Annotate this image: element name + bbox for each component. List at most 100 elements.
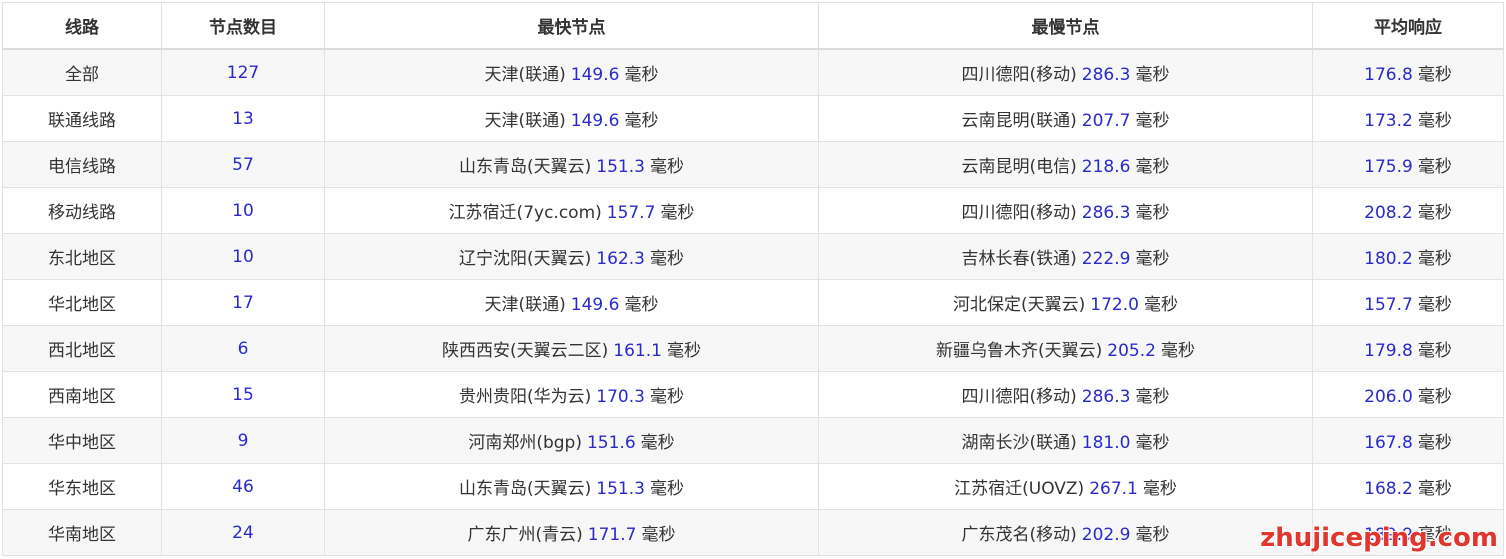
- latency-unit: 毫秒: [1143, 295, 1178, 315]
- slowest-node-name: 四川德阳(移动): [961, 203, 1077, 223]
- fastest-node-latency: 161.1: [613, 341, 662, 361]
- table-row: 东北地区 10 辽宁沈阳(天翼云) 162.3 毫秒 吉林长春(铁通) 222.9 毫秒 180…: [2, 233, 1504, 280]
- fastest-node-latency: 149.6: [570, 295, 620, 315]
- latency-unit: 毫秒: [1135, 249, 1170, 269]
- cell-average-response: 208.2 毫秒: [1312, 187, 1504, 234]
- fastest-node-latency: 171.7: [587, 525, 637, 545]
- header-average-response: 平均响应: [1312, 2, 1504, 50]
- latency-unit: 毫秒: [1417, 341, 1452, 361]
- cell-average-response: 176.8 毫秒: [1312, 48, 1504, 96]
- average-latency: 179.8: [1364, 341, 1413, 361]
- average-latency: 167.8: [1364, 433, 1413, 453]
- slowest-node-name: 河北保定(天翼云): [953, 295, 1086, 315]
- fastest-node-latency: 170.3: [596, 387, 645, 407]
- cell-slowest-node: 四川德阳(移动) 286.3 毫秒: [818, 371, 1313, 418]
- latency-unit: 毫秒: [649, 249, 684, 269]
- header-slowest-node: 最慢节点: [818, 2, 1313, 50]
- latency-unit: 毫秒: [624, 111, 659, 131]
- slowest-node-latency: 267.1: [1089, 479, 1138, 499]
- watermark: zhujiceping.com: [1260, 523, 1498, 553]
- cell-slowest-node: 吉林长春(铁通) 222.9 毫秒: [818, 233, 1313, 280]
- latency-unit: 毫秒: [640, 433, 675, 453]
- average-latency: 206.0: [1364, 387, 1413, 407]
- cell-slowest-node: 河北保定(天翼云) 172.0 毫秒: [818, 279, 1313, 326]
- cell-fastest-node: 江苏宿迁(7yc.com) 157.7 毫秒: [324, 187, 819, 234]
- cell-slowest-node: 四川德阳(移动) 286.3 毫秒: [818, 48, 1313, 96]
- slowest-node-name: 云南昆明(联通): [961, 111, 1077, 131]
- cell-slowest-node: 江苏宿迁(UOVZ) 267.1 毫秒: [818, 463, 1313, 510]
- cell-node-count: 57: [161, 141, 325, 188]
- fastest-node-name: 贵州贵阳(华为云): [459, 387, 592, 407]
- average-latency: 208.2: [1364, 203, 1413, 223]
- cell-node-count: 9: [161, 417, 325, 464]
- cell-line: 华南地区: [2, 509, 162, 556]
- cell-slowest-node: 新疆乌鲁木齐(天翼云) 205.2 毫秒: [818, 325, 1313, 372]
- cell-average-response: 175.9 毫秒: [1312, 141, 1504, 188]
- slowest-node-latency: 286.3: [1081, 65, 1131, 85]
- cell-line: 西北地区: [2, 325, 162, 372]
- cell-average-response: 173.2 毫秒: [1312, 95, 1504, 142]
- latency-unit: 毫秒: [1135, 157, 1170, 177]
- latency-unit: 毫秒: [1417, 249, 1452, 269]
- fastest-node-name: 山东青岛(天翼云): [459, 157, 592, 177]
- fastest-node-latency: 149.6: [570, 65, 620, 85]
- cell-fastest-node: 山东青岛(天翼云) 151.3 毫秒: [324, 141, 819, 188]
- latency-unit: 毫秒: [649, 479, 684, 499]
- cell-average-response: 167.8 毫秒: [1312, 417, 1504, 464]
- cell-slowest-node: 云南昆明(联通) 207.7 毫秒: [818, 95, 1313, 142]
- cell-node-count: 17: [161, 279, 325, 326]
- cell-fastest-node: 天津(联通) 149.6 毫秒: [324, 279, 819, 326]
- average-latency: 168.2: [1364, 479, 1413, 499]
- cell-node-count: 13: [161, 95, 325, 142]
- cell-line: 西南地区: [2, 371, 162, 418]
- slowest-node-name: 江苏宿迁(UOVZ): [954, 479, 1085, 499]
- slowest-node-latency: 218.6: [1081, 157, 1131, 177]
- cell-node-count: 10: [161, 233, 325, 280]
- fastest-node-latency: 151.3: [596, 479, 645, 499]
- ping-results-table: 线路 节点数目 最快节点 最慢节点 平均响应 全部 127 天津(联通) 149.6 毫…: [2, 2, 1504, 556]
- cell-average-response: 206.0 毫秒: [1312, 371, 1504, 418]
- table-header-row: 线路 节点数目 最快节点 最慢节点 平均响应: [2, 2, 1504, 50]
- table-row: 联通线路 13 天津(联通) 149.6 毫秒 云南昆明(联通) 207.7 毫秒 173.2 毫…: [2, 95, 1504, 142]
- cell-line: 电信线路: [2, 141, 162, 188]
- slowest-node-latency: 286.3: [1081, 203, 1131, 223]
- table-row: 华东地区 46 山东青岛(天翼云) 151.3 毫秒 江苏宿迁(UOVZ) 267.1 毫秒 1…: [2, 463, 1504, 510]
- cell-fastest-node: 辽宁沈阳(天翼云) 162.3 毫秒: [324, 233, 819, 280]
- latency-unit: 毫秒: [1135, 387, 1170, 407]
- fastest-node-name: 辽宁沈阳(天翼云): [459, 249, 592, 269]
- slowest-node-latency: 172.0: [1090, 295, 1139, 315]
- cell-fastest-node: 陕西西安(天翼云二区) 161.1 毫秒: [324, 325, 819, 372]
- fastest-node-name: 天津(联通): [484, 295, 566, 315]
- table-row: 西南地区 15 贵州贵阳(华为云) 170.3 毫秒 四川德阳(移动) 286.3 毫秒 206…: [2, 371, 1504, 418]
- latency-unit: 毫秒: [1135, 433, 1170, 453]
- latency-unit: 毫秒: [1135, 203, 1170, 223]
- slowest-node-latency: 181.0: [1081, 433, 1131, 453]
- latency-unit: 毫秒: [1135, 65, 1170, 85]
- table-row: 移动线路 10 江苏宿迁(7yc.com) 157.7 毫秒 四川德阳(移动) 286.3 毫…: [2, 187, 1504, 234]
- latency-unit: 毫秒: [1142, 479, 1177, 499]
- cell-slowest-node: 四川德阳(移动) 286.3 毫秒: [818, 187, 1313, 234]
- fastest-node-latency: 151.6: [586, 433, 636, 453]
- fastest-node-name: 天津(联通): [484, 65, 566, 85]
- slowest-node-latency: 202.9: [1081, 525, 1131, 545]
- cell-fastest-node: 河南郑州(bgp) 151.6 毫秒: [324, 417, 819, 464]
- cell-fastest-node: 贵州贵阳(华为云) 170.3 毫秒: [324, 371, 819, 418]
- cell-node-count: 24: [161, 509, 325, 556]
- average-latency: 173.2: [1364, 111, 1413, 131]
- slowest-node-latency: 222.9: [1081, 249, 1131, 269]
- cell-slowest-node: 云南昆明(电信) 218.6 毫秒: [818, 141, 1313, 188]
- cell-fastest-node: 广东广州(青云) 171.7 毫秒: [324, 509, 819, 556]
- average-latency: 180.2: [1364, 249, 1413, 269]
- slowest-node-name: 广东茂名(移动): [961, 525, 1077, 545]
- slowest-node-latency: 207.7: [1081, 111, 1131, 131]
- latency-unit: 毫秒: [641, 525, 676, 545]
- cell-fastest-node: 天津(联通) 149.6 毫秒: [324, 95, 819, 142]
- latency-unit: 毫秒: [1417, 157, 1452, 177]
- slowest-node-name: 湖南长沙(联通): [961, 433, 1077, 453]
- cell-line: 东北地区: [2, 233, 162, 280]
- cell-fastest-node: 天津(联通) 149.6 毫秒: [324, 48, 819, 96]
- fastest-node-name: 山东青岛(天翼云): [459, 479, 592, 499]
- cell-average-response: 180.2 毫秒: [1312, 233, 1504, 280]
- slowest-node-name: 四川德阳(移动): [961, 65, 1077, 85]
- slowest-node-latency: 205.2: [1107, 341, 1156, 361]
